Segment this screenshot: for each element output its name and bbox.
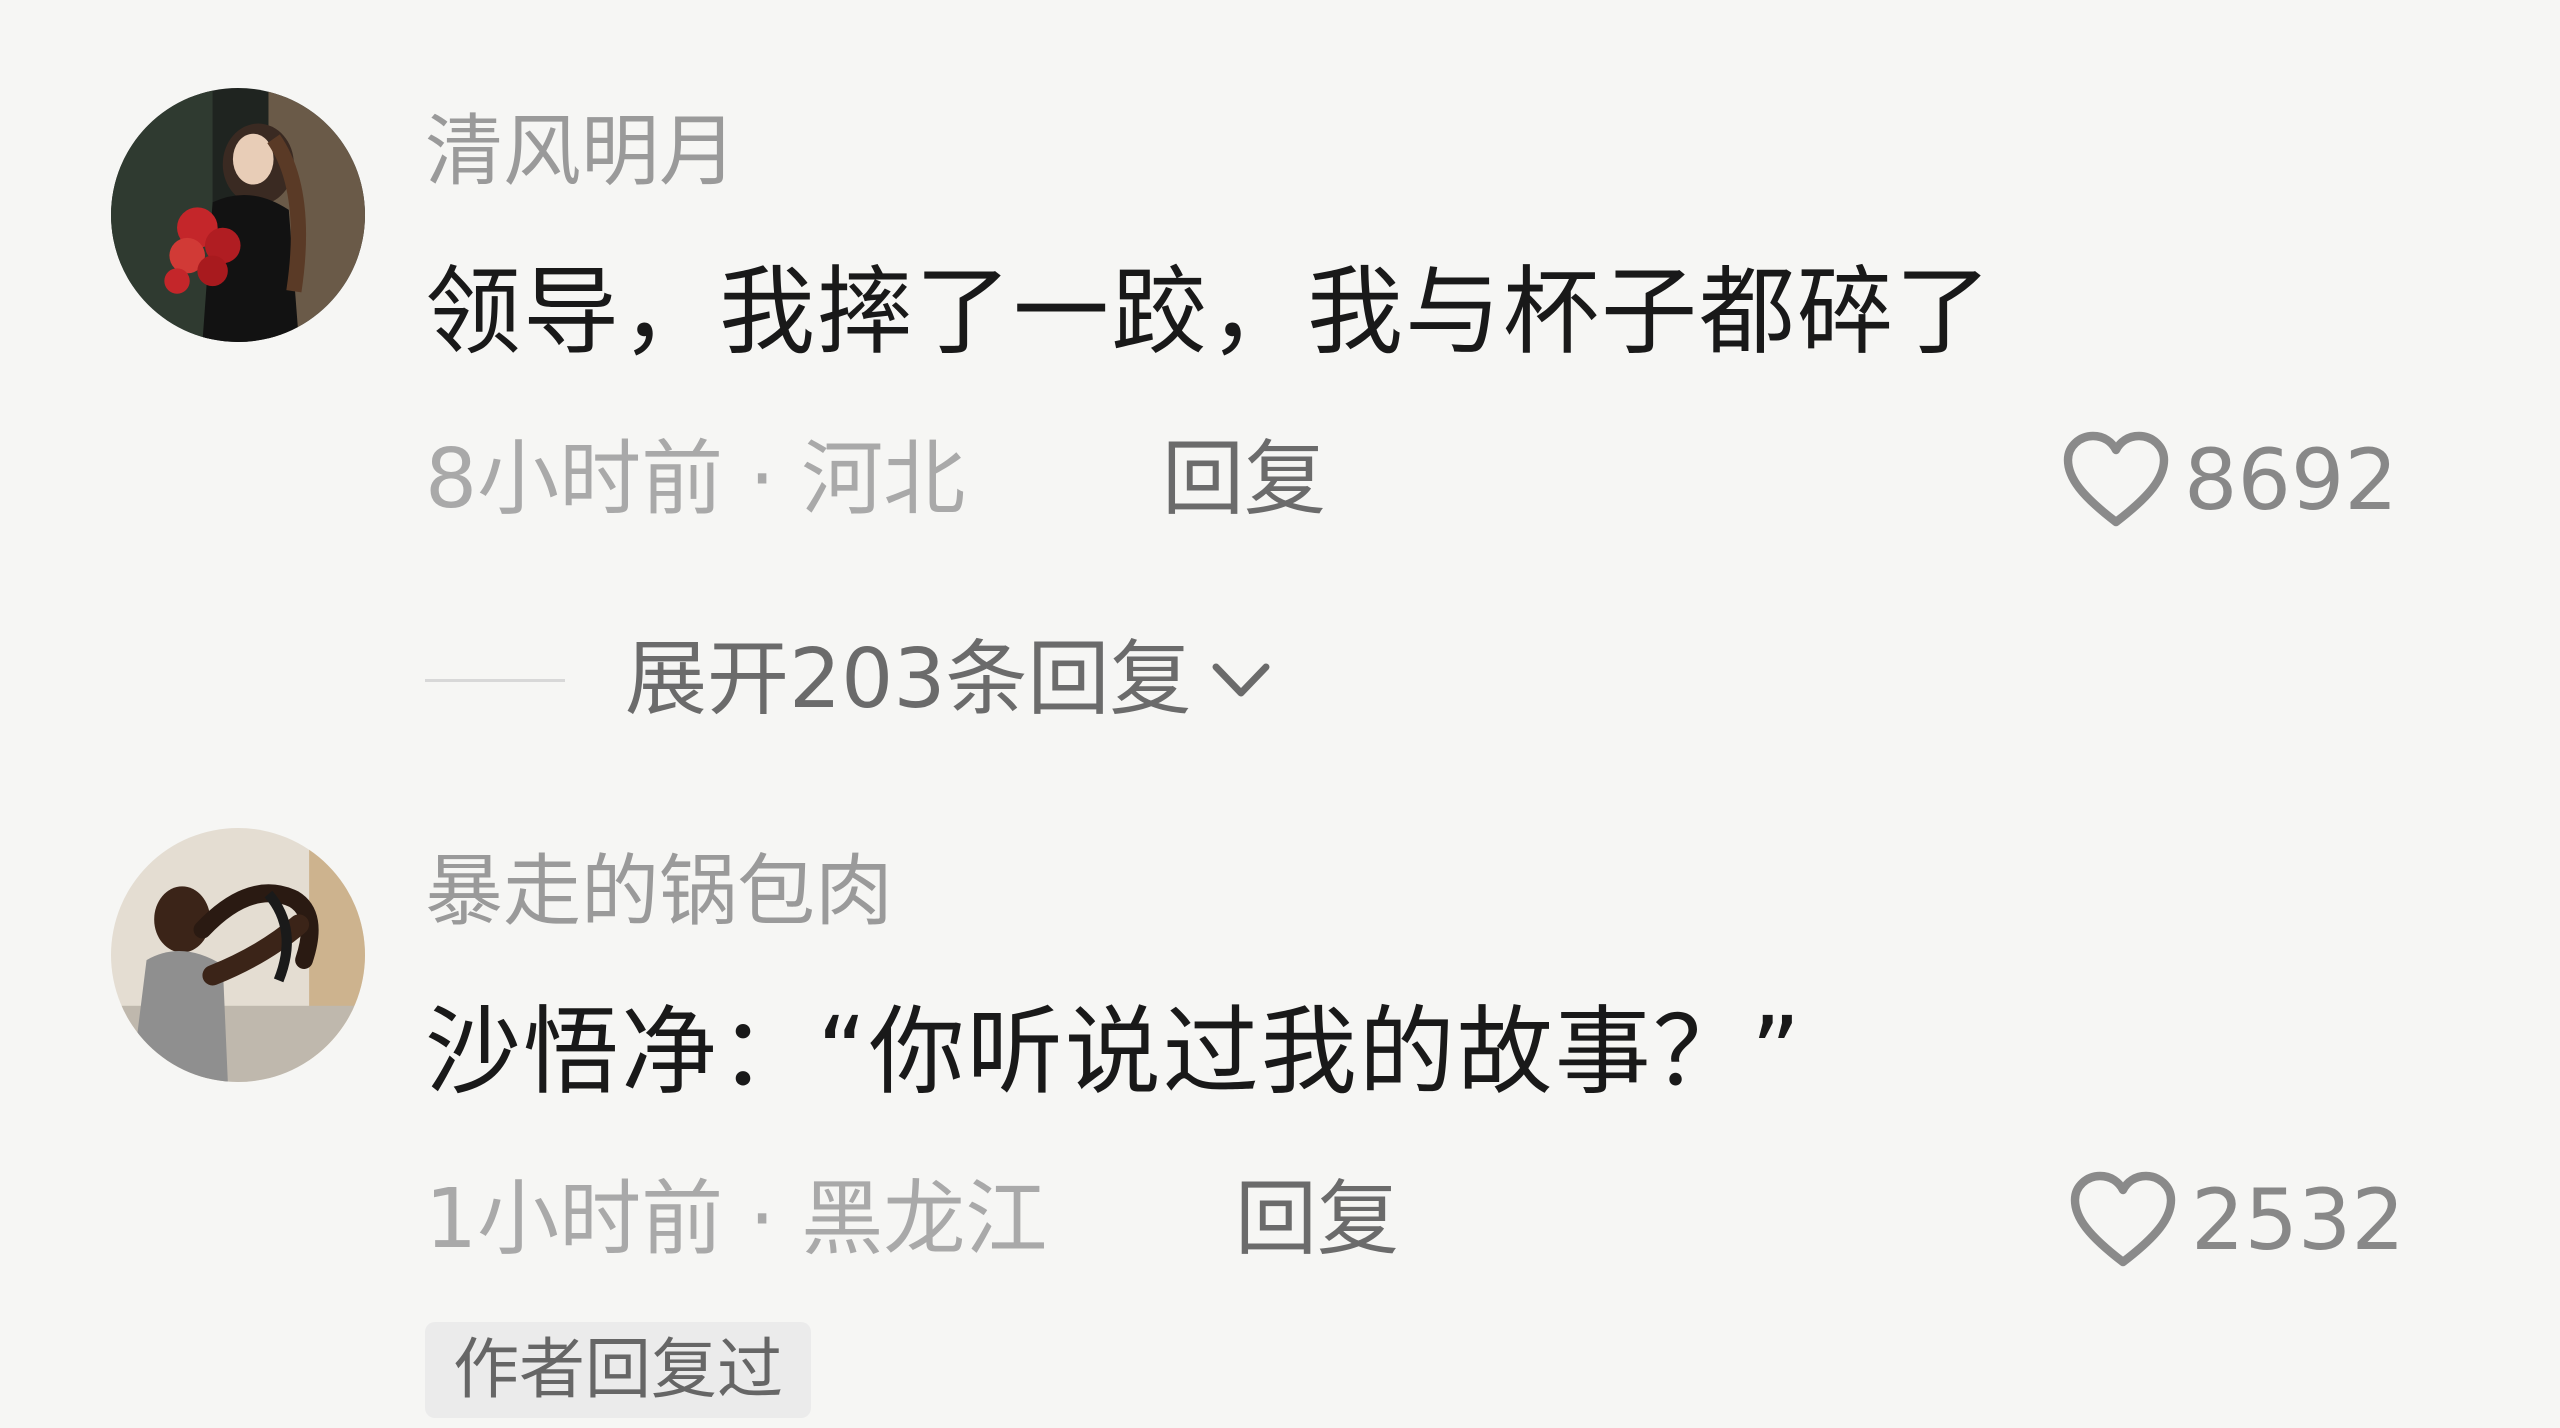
avatar[interactable] xyxy=(111,828,365,1082)
comment-time-location: 1小时前 · 黑龙江 xyxy=(425,1165,1047,1275)
comment-location: 黑龙江 xyxy=(801,1172,1048,1267)
avatar-image xyxy=(111,828,365,1082)
heart-outline-icon xyxy=(2070,1171,2176,1267)
meta-separator: · xyxy=(749,432,776,527)
heart-outline-icon xyxy=(2063,431,2169,527)
like-count: 2532 xyxy=(2191,1171,2405,1269)
like-button[interactable]: 2532 xyxy=(2069,1165,2405,1275)
comment-time: 8小时前 xyxy=(425,432,724,527)
comment-text: 沙悟净：“你听说过我的故事？” xyxy=(425,996,1803,1108)
avatar[interactable] xyxy=(111,88,365,342)
divider-line xyxy=(425,678,565,682)
expand-replies-button[interactable]: 展开203条回复 xyxy=(425,625,1276,735)
comment-time-location: 8小时前 · 河北 xyxy=(425,425,965,535)
author-replied-badge: 作者回复过 xyxy=(425,1322,811,1418)
comment-location: 河北 xyxy=(801,432,966,527)
chevron-down-icon xyxy=(1212,663,1270,697)
comment-item: 清风明月 领导，我摔了一跤，我与杯子都碎了 8小时前 · 河北 回复 8692 展开… xyxy=(0,80,2560,740)
comment-item: 暴走的锅包肉 沙悟净：“你听说过我的故事？” 1小时前 · 黑龙江 回复 2532 … xyxy=(0,820,2560,1428)
username[interactable]: 暴走的锅包肉 xyxy=(425,842,893,942)
comment-text: 领导，我摔了一跤，我与杯子都碎了 xyxy=(425,256,1993,368)
reply-button[interactable]: 回复 xyxy=(1235,1165,1399,1275)
meta-separator: · xyxy=(749,1172,776,1267)
comment-meta: 8小时前 · 河北 回复 8692 xyxy=(425,425,2425,535)
like-count: 8692 xyxy=(2184,431,2398,529)
avatar-image xyxy=(111,88,365,342)
reply-button[interactable]: 回复 xyxy=(1162,425,1326,535)
comment-meta: 1小时前 · 黑龙江 回复 2532 xyxy=(425,1165,2425,1275)
expand-replies-label: 展开203条回复 xyxy=(625,632,1192,727)
comment-time: 1小时前 xyxy=(425,1172,724,1267)
like-button[interactable]: 8692 xyxy=(2062,425,2398,535)
username[interactable]: 清风明月 xyxy=(425,102,737,202)
